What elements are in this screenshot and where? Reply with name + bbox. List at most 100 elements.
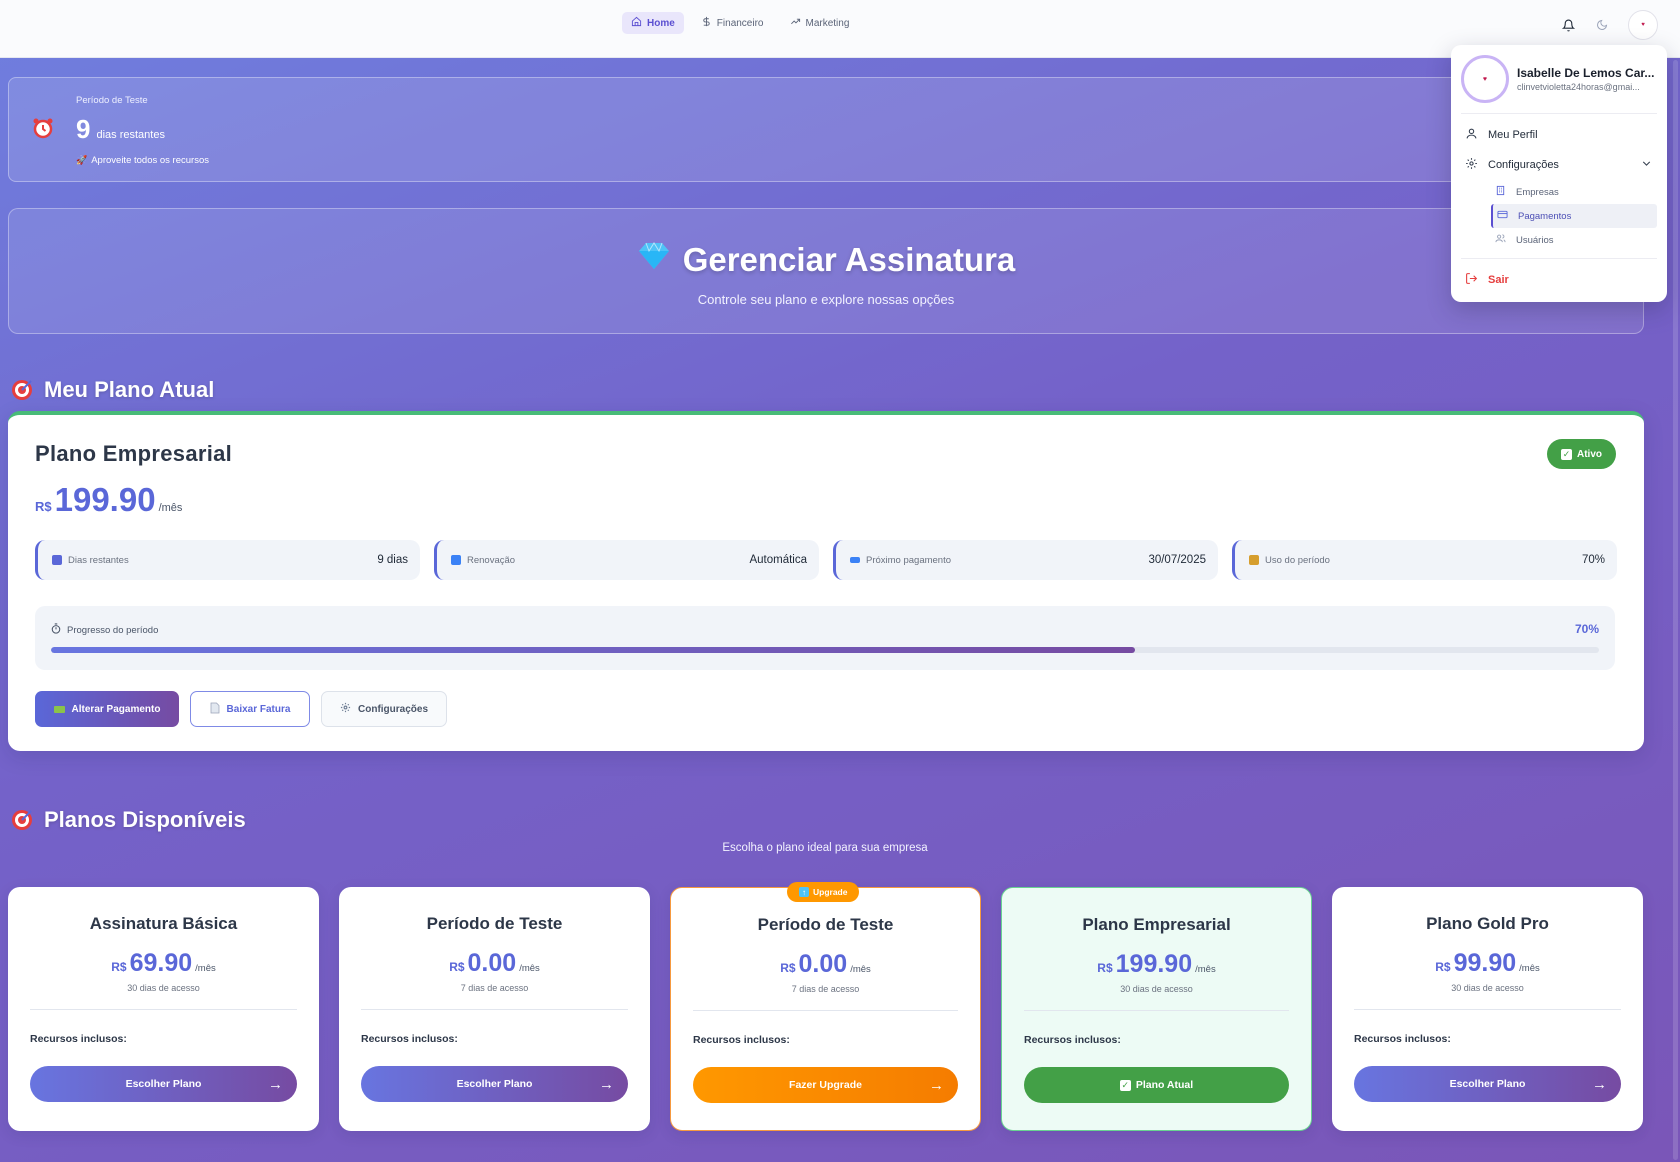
plan-card-gold-pro: Plano Gold Pro R$ 99.90 /mês 30 dias de … <box>1332 887 1643 1131</box>
nav-item-home[interactable]: Home <box>622 12 684 34</box>
trial-banner: Período de Teste 9 dias restantes 🚀 Apro… <box>8 77 1644 182</box>
plan-title: Período de Teste <box>426 914 563 933</box>
stat-value: 9 dias <box>377 554 408 566</box>
price-period: /mês <box>850 964 871 975</box>
arrow-up-icon: ↑ <box>799 887 809 897</box>
diamond-icon <box>637 241 671 279</box>
stat-label: Dias restantes <box>68 554 129 566</box>
progress-fill <box>51 647 1135 653</box>
upgrade-button[interactable]: Fazer Upgrade → <box>693 1067 958 1103</box>
change-payment-button[interactable]: Alterar Pagamento <box>35 691 179 727</box>
divider <box>1024 1010 1289 1011</box>
trial-note: 🚀 Aproveite todos os recursos <box>76 155 209 166</box>
gear-icon <box>1465 157 1478 173</box>
page-subtitle: Controle seu plano e explore nossas opçõ… <box>697 292 955 307</box>
trial-days-remaining: 9 dias restantes <box>76 114 165 145</box>
card-icon <box>850 557 860 563</box>
plan-stats: Dias restantes 9 dias Renovação Automáti… <box>35 540 1617 580</box>
button-label: Configurações <box>358 703 429 715</box>
price-period: /mês <box>158 502 183 514</box>
trial-days-text: dias restantes <box>96 129 165 141</box>
target-icon <box>10 808 34 832</box>
period-progress: Progresso do período 70% <box>35 606 1615 670</box>
button-label: Escolher Plano <box>456 1078 533 1090</box>
price-value: 199.90 <box>54 481 156 518</box>
button-label: Escolher Plano <box>1449 1078 1526 1090</box>
logout-label: Sair <box>1488 274 1509 286</box>
settings-button[interactable]: Configurações <box>321 691 447 727</box>
submenu-item-usuarios[interactable]: Usuários <box>1491 228 1657 252</box>
plan-actions: Alterar Pagamento Baixar Fatura Configur… <box>35 691 447 727</box>
plan-card-trial-upgrade: ↑ Upgrade Período de Teste R$ 0.00 /mês … <box>670 882 981 1131</box>
divider <box>1461 258 1657 259</box>
plan-title: Período de Teste <box>757 915 894 934</box>
price-value: 0.00 <box>467 949 517 977</box>
currency: R$ <box>35 499 52 514</box>
stat-next-payment: Próximo pagamento 30/07/2025 <box>833 540 1218 580</box>
user-avatar-button[interactable]: ♥ <box>1628 10 1658 40</box>
trending-up-icon <box>790 16 801 30</box>
price-period: /mês <box>1195 964 1216 975</box>
nav-item-financeiro[interactable]: Financeiro <box>692 12 773 34</box>
button-label: Plano Atual <box>1135 1079 1194 1091</box>
logout-button[interactable]: Sair <box>1461 265 1657 295</box>
user-icon <box>1465 127 1478 143</box>
menu-item-profile[interactable]: Meu Perfil <box>1461 120 1657 150</box>
submenu-item-label: Pagamentos <box>1518 210 1572 222</box>
choose-plan-button[interactable]: Escolher Plano → <box>30 1066 297 1102</box>
current-plan-button[interactable]: ✓ Plano Atual <box>1024 1067 1289 1103</box>
bell-icon[interactable] <box>1560 17 1576 33</box>
current-plan-name: Plano Empresarial <box>35 441 233 466</box>
currency: R$ <box>1435 960 1451 974</box>
divider <box>30 1009 297 1010</box>
choose-plan-button[interactable]: Escolher Plano → <box>1354 1066 1621 1102</box>
plan-price: R$ 69.90 /mês <box>8 949 319 978</box>
currency: R$ <box>111 960 127 974</box>
gear-icon <box>340 702 351 716</box>
alarm-clock-icon <box>31 116 55 140</box>
document-icon <box>210 702 220 717</box>
progress-label: Progresso do período <box>51 623 158 637</box>
check-icon: ✓ <box>1119 1079 1131 1091</box>
features-label: Recursos inclusos: <box>1024 1034 1121 1046</box>
stat-label: Próximo pagamento <box>866 554 952 566</box>
arrow-right-icon: → <box>1592 1075 1607 1093</box>
currency: R$ <box>449 960 465 974</box>
arrow-right-icon: → <box>929 1076 944 1094</box>
features-label: Recursos inclusos: <box>361 1033 458 1045</box>
price-value: 199.90 <box>1115 950 1193 978</box>
menu-item-settings[interactable]: Configurações <box>1461 150 1657 180</box>
submenu-item-empresas[interactable]: Empresas <box>1491 180 1657 204</box>
features-label: Recursos inclusos: <box>1354 1033 1451 1045</box>
price-value: 0.00 <box>798 950 848 978</box>
check-icon: ✓ <box>1561 448 1572 460</box>
plan-card-enterprise: Plano Empresarial R$ 199.90 /mês 30 dias… <box>1001 887 1312 1131</box>
section-title-text: Planos Disponíveis <box>44 807 246 832</box>
stopwatch-icon <box>51 623 61 637</box>
nav-item-label: Financeiro <box>716 17 764 29</box>
plan-title: Assinatura Básica <box>89 914 238 933</box>
users-icon <box>1495 233 1506 247</box>
choose-plan-button[interactable]: Escolher Plano → <box>361 1066 628 1102</box>
refresh-icon <box>451 555 461 565</box>
nav-item-marketing[interactable]: Marketing <box>781 12 859 34</box>
stat-label: Renovação <box>467 554 516 566</box>
plan-duration: 7 dias de acesso <box>791 984 860 994</box>
progress-percent: 70% <box>1574 622 1599 636</box>
moon-icon[interactable] <box>1594 17 1610 33</box>
menu-item-label: Configurações <box>1488 159 1559 171</box>
features-label: Recursos inclusos: <box>30 1033 127 1045</box>
divider <box>693 1010 958 1011</box>
submenu-item-pagamentos[interactable]: Pagamentos <box>1491 204 1657 228</box>
download-invoice-button[interactable]: Baixar Fatura <box>190 691 310 727</box>
price-value: 99.90 <box>1453 949 1517 977</box>
plan-price: R$ 0.00 /mês <box>671 950 980 979</box>
scrollbar[interactable] <box>1673 60 1678 1160</box>
button-label: Baixar Fatura <box>226 703 291 715</box>
plan-duration: 30 dias de acesso <box>1120 984 1193 994</box>
divider <box>361 1009 628 1010</box>
plan-card-basic: Assinatura Básica R$ 69.90 /mês 30 dias … <box>8 887 319 1131</box>
trial-days-number: 9 <box>76 114 91 144</box>
currency: R$ <box>780 961 796 975</box>
nav-item-label: Marketing <box>805 17 850 29</box>
